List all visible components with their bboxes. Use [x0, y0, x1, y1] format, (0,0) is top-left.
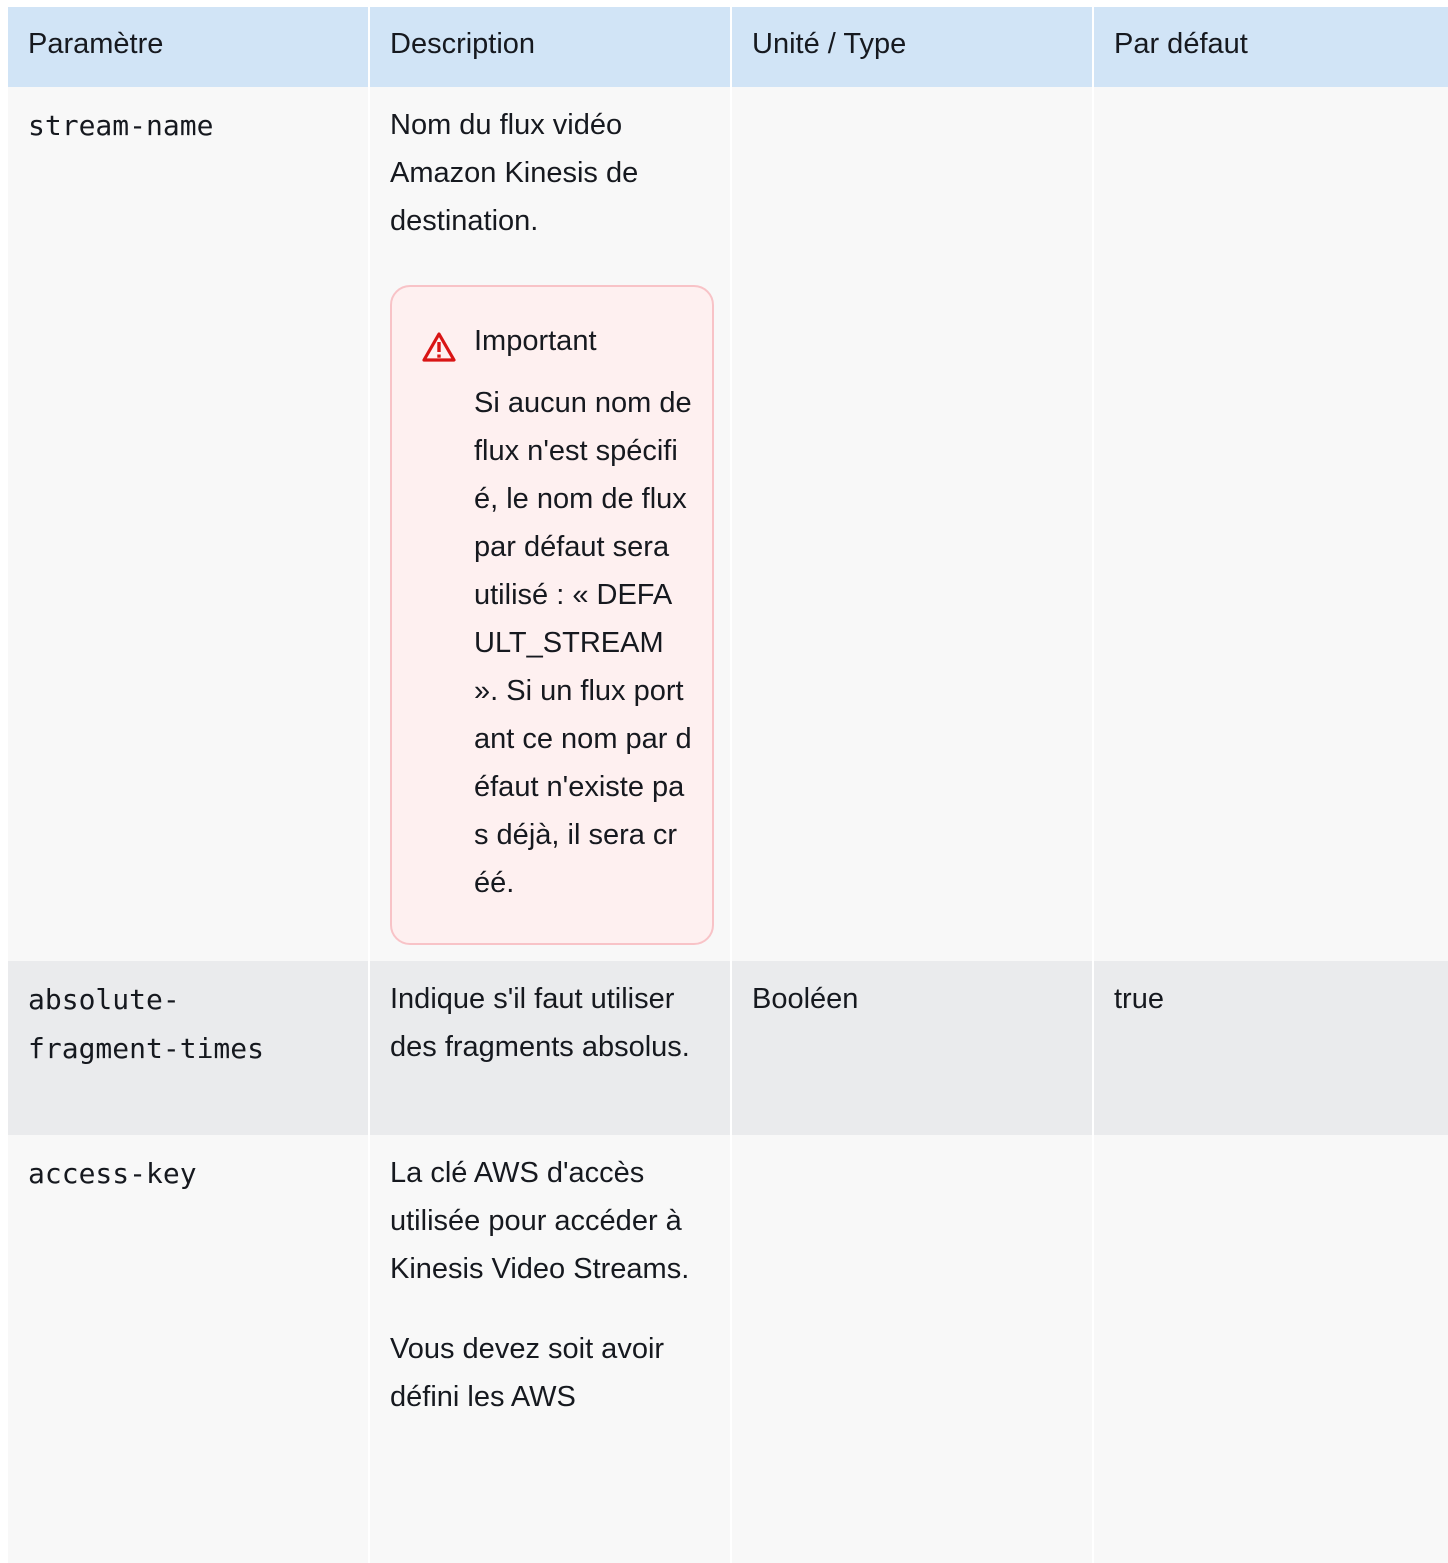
alert-body: Important Si aucun nom de flux n'est spé… [474, 321, 692, 907]
default-cell [1094, 1135, 1448, 1563]
param-cell: absolute-fragment-times [8, 961, 368, 1135]
important-alert: Important Si aucun nom de flux n'est spé… [390, 285, 714, 945]
description-text-2: Vous devez soit avoir défini les AWS [390, 1333, 665, 1413]
type-cell [732, 87, 1092, 961]
description-text: Nom du flux vidéo Amazon Kinesis de dest… [390, 109, 639, 237]
column-header-description: Description [370, 7, 730, 87]
param-cell: access-key [8, 1135, 368, 1563]
column-header-unit-type: Unité / Type [732, 7, 1092, 87]
table-row: absolute-fragment-times Indique s'il fau… [8, 961, 1448, 1135]
table-row: access-key La clé AWS d'accès utilisée p… [8, 1135, 1448, 1563]
param-name: access-key [28, 1157, 197, 1190]
column-header-default: Par défaut [1094, 7, 1448, 87]
type-cell: Booléen [732, 961, 1092, 1135]
description-cell: La clé AWS d'accès utilisée pour accéder… [370, 1135, 730, 1563]
warning-triangle-icon [422, 329, 456, 907]
description-text: Indique s'il faut utiliser des fragments… [390, 983, 690, 1063]
alert-text: Si aucun nom de flux n'est spécifié, le … [474, 387, 692, 899]
column-header-parameter: Paramètre [8, 7, 368, 87]
description-cell: Indique s'il faut utiliser des fragments… [370, 961, 730, 1135]
table-header-row: Paramètre Description Unité / Type Par d… [8, 7, 1448, 87]
default-cell [1094, 87, 1448, 961]
description-cell: Nom du flux vidéo Amazon Kinesis de dest… [370, 87, 730, 961]
parameters-table-wrapper: Paramètre Description Unité / Type Par d… [6, 7, 1448, 1563]
param-name: stream-name [28, 109, 214, 142]
param-cell: stream-name [8, 87, 368, 961]
description-text: La clé AWS d'accès utilisée pour accéder… [390, 1157, 690, 1285]
table-row: stream-name Nom du flux vidéo Amazon Kin… [8, 87, 1448, 961]
alert-title: Important [474, 325, 597, 357]
parameters-table: Paramètre Description Unité / Type Par d… [6, 7, 1448, 1563]
type-cell [732, 1135, 1092, 1563]
default-cell: true [1094, 961, 1448, 1135]
param-name: absolute-fragment-times [28, 983, 265, 1065]
